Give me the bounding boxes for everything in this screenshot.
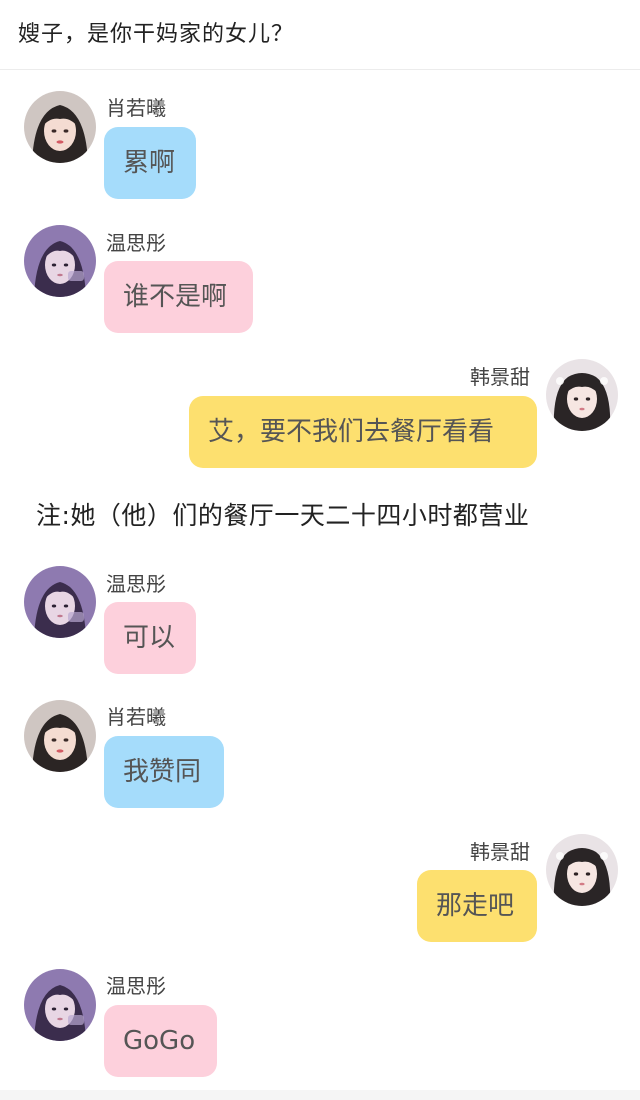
message-bubble[interactable]: 那走吧 (417, 870, 537, 942)
avatar-wen-sitong-image (24, 969, 96, 1041)
message-bubble[interactable]: 艾，要不我们去餐厅看看 (189, 396, 537, 468)
message-bubble[interactable]: GoGo (104, 1005, 217, 1077)
sender-name: 温思彤 (106, 974, 166, 998)
narration-note: 注:她（他）们的餐厅一天二十四小时都营业 (36, 501, 530, 530)
avatar-wen-sitong[interactable] (24, 225, 96, 297)
bottom-divider (0, 1090, 640, 1100)
avatar-han-jingtian[interactable] (546, 834, 618, 906)
avatar-xiao-ruoxi-image (24, 91, 96, 163)
message-bubble[interactable]: 累啊 (104, 127, 196, 199)
message-bubble[interactable]: 谁不是啊 (104, 261, 253, 333)
avatar-wen-sitong[interactable] (24, 969, 96, 1041)
avatar-han-jingtian-image (546, 359, 618, 431)
sender-name: 温思彤 (106, 572, 166, 596)
avatar-xiao-ruoxi[interactable] (24, 91, 96, 163)
message-bubble[interactable]: 我赞同 (104, 736, 224, 808)
sender-name: 韩景甜 (470, 840, 530, 864)
avatar-han-jingtian-image (546, 834, 618, 906)
message-bubble[interactable]: 可以 (104, 602, 196, 674)
chat-title: 嫂子，是你干妈家的女儿？ (18, 22, 295, 47)
chat-header: 嫂子，是你干妈家的女儿？ (0, 0, 640, 70)
avatar-wen-sitong-image (24, 566, 96, 638)
avatar-xiao-ruoxi-image (24, 700, 96, 772)
avatar-wen-sitong[interactable] (24, 566, 96, 638)
sender-name: 韩景甜 (470, 365, 530, 389)
avatar-xiao-ruoxi[interactable] (24, 700, 96, 772)
avatar-wen-sitong-image (24, 225, 96, 297)
sender-name: 温思彤 (106, 231, 166, 255)
avatar-han-jingtian[interactable] (546, 359, 618, 431)
sender-name: 肖若曦 (106, 705, 166, 729)
sender-name: 肖若曦 (106, 96, 166, 120)
